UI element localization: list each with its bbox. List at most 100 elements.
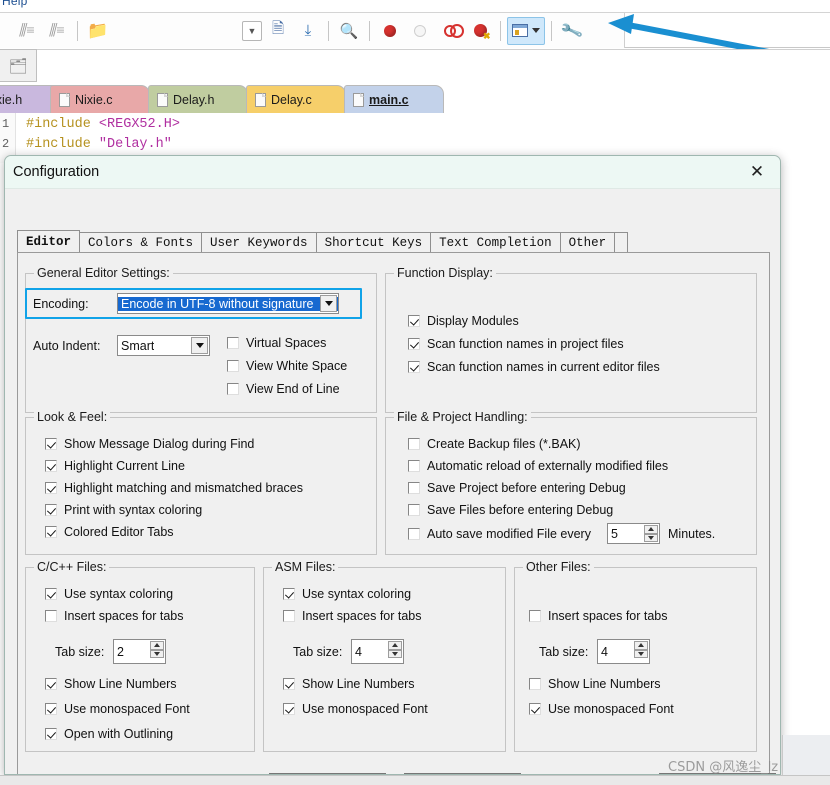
checkbox-box[interactable] xyxy=(283,588,295,600)
checkbox-c-open-with-outlining[interactable]: Open with Outlining xyxy=(45,727,173,741)
checkbox-box[interactable] xyxy=(408,460,420,472)
bind-jump-icon[interactable]: ⤓ xyxy=(294,17,322,45)
tab-editor[interactable]: Editor xyxy=(17,230,81,253)
checkbox-box[interactable] xyxy=(283,610,295,622)
editor-tab-main-c[interactable]: main.c xyxy=(344,85,444,113)
checkbox-box[interactable] xyxy=(529,610,541,622)
code-line: #include <REGX52.H> xyxy=(26,117,180,132)
checkbox-c-use-syntax-coloring[interactable]: Use syntax coloring xyxy=(45,587,173,601)
checkbox-box[interactable] xyxy=(45,610,57,622)
checkbox-asm-show-line-numbers[interactable]: Show Line Numbers xyxy=(283,677,415,691)
checkbox-other-insert-spaces-for-tabs[interactable]: Insert spaces for tabs xyxy=(529,609,668,623)
dropdown-chevron-icon[interactable]: ▼ xyxy=(242,20,262,41)
checkbox-auto-save-modified-file[interactable]: Auto save modified File every xyxy=(408,527,591,541)
checkbox-box[interactable] xyxy=(227,337,239,349)
stepper-up-icon[interactable] xyxy=(634,641,648,650)
checkbox-box[interactable] xyxy=(45,482,57,494)
checkbox-box[interactable] xyxy=(227,360,239,372)
tab-other[interactable]: Other xyxy=(559,232,616,253)
checkbox-highlight-braces[interactable]: Highlight matching and mismatched braces xyxy=(45,481,303,495)
checkbox-box[interactable] xyxy=(408,504,420,516)
checkbox-c-use-monospaced-font[interactable]: Use monospaced Font xyxy=(45,702,190,716)
close-icon[interactable]: ✕ xyxy=(744,160,770,184)
checkbox-box[interactable] xyxy=(45,678,57,690)
checkbox-colored-editor-tabs[interactable]: Colored Editor Tabs xyxy=(45,525,174,539)
checkbox-asm-insert-spaces-for-tabs[interactable]: Insert spaces for tabs xyxy=(283,609,422,623)
other-tab-size-stepper[interactable]: 4 xyxy=(597,639,650,664)
tab-text-completion[interactable]: Text Completion xyxy=(430,232,561,253)
editor-tab-delay-h[interactable]: Delay.h xyxy=(148,85,248,113)
document-find-icon[interactable]: 🗎 xyxy=(264,17,292,45)
checkbox-c-show-line-numbers[interactable]: Show Line Numbers xyxy=(45,677,177,691)
checkbox-box[interactable] xyxy=(45,460,57,472)
checkbox-box[interactable] xyxy=(45,703,57,715)
checkbox-display-modules[interactable]: Display Modules xyxy=(408,314,519,328)
checkbox-create-backup-files[interactable]: Create Backup files (*.BAK) xyxy=(408,437,581,451)
checkbox-box[interactable] xyxy=(408,315,420,327)
stepper-buttons[interactable] xyxy=(644,525,658,542)
checkbox-box[interactable] xyxy=(45,588,57,600)
checkbox-view-white-space[interactable]: View White Space xyxy=(227,359,347,373)
checkbox-box[interactable] xyxy=(45,728,57,740)
chevron-down-icon[interactable] xyxy=(191,337,208,354)
checkbox-asm-use-monospaced-font[interactable]: Use monospaced Font xyxy=(283,702,428,716)
checkbox-save-files-before-debug[interactable]: Save Files before entering Debug xyxy=(408,503,613,517)
stepper-buttons[interactable] xyxy=(634,641,648,658)
tab-shortcut-keys[interactable]: Shortcut Keys xyxy=(315,232,432,253)
checkbox-box[interactable] xyxy=(408,361,420,373)
configuration-wrench-icon[interactable]: 🔧 xyxy=(558,17,586,45)
editor-tab-delay-c[interactable]: Delay.c xyxy=(246,85,346,113)
checkbox-asm-use-syntax-coloring[interactable]: Use syntax coloring xyxy=(283,587,411,601)
asm-tab-size-stepper[interactable]: 4 xyxy=(351,639,404,664)
checkbox-highlight-current-line[interactable]: Highlight Current Line xyxy=(45,459,185,473)
checkbox-c-insert-spaces-for-tabs[interactable]: Insert spaces for tabs xyxy=(45,609,184,623)
stepper-up-icon[interactable] xyxy=(644,525,658,534)
stepper-down-icon[interactable] xyxy=(150,649,164,658)
checkbox-box[interactable] xyxy=(45,526,57,538)
checkbox-box[interactable] xyxy=(408,528,420,540)
tab-colors-fonts[interactable]: Colors & Fonts xyxy=(79,232,203,253)
breakpoint-toggle-icon[interactable] xyxy=(436,17,464,45)
find-in-files-icon[interactable]: 🔍 xyxy=(335,17,363,45)
checkbox-box[interactable] xyxy=(408,482,420,494)
auto-indent-dropdown[interactable]: Smart xyxy=(117,335,210,356)
checkbox-print-syntax-coloring[interactable]: Print with syntax coloring xyxy=(45,503,202,517)
checkbox-view-end-of-line[interactable]: View End of Line xyxy=(227,382,340,396)
stepper-buttons[interactable] xyxy=(388,641,402,658)
checkbox-virtual-spaces[interactable]: Virtual Spaces xyxy=(227,336,326,350)
open-file-find-icon[interactable]: 📁 xyxy=(84,17,112,45)
checkbox-box[interactable] xyxy=(408,338,420,350)
checkbox-box[interactable] xyxy=(227,383,239,395)
checkbox-box[interactable] xyxy=(45,438,57,450)
stepper-down-icon[interactable] xyxy=(644,533,658,542)
stepper-up-icon[interactable] xyxy=(150,641,164,650)
stepper-up-icon[interactable] xyxy=(388,641,402,650)
breakpoint-disable-icon[interactable] xyxy=(406,17,434,45)
checkbox-box[interactable] xyxy=(529,703,541,715)
checkbox-show-message-dialog[interactable]: Show Message Dialog during Find xyxy=(45,437,254,451)
checkbox-scan-project-files[interactable]: Scan function names in project files xyxy=(408,337,624,351)
breakpoint-kill-all-icon[interactable] xyxy=(466,17,494,45)
checkbox-save-project-before-debug[interactable]: Save Project before entering Debug xyxy=(408,481,626,495)
checkbox-box[interactable] xyxy=(283,703,295,715)
checkbox-box[interactable] xyxy=(45,504,57,516)
indent-decrease-icon[interactable]: ⫼≡ xyxy=(13,17,41,45)
project-window-icon[interactable] xyxy=(507,16,545,45)
checkbox-other-use-monospaced-font[interactable]: Use monospaced Font xyxy=(529,702,674,716)
menu-item-help[interactable]: Help xyxy=(2,0,27,8)
stepper-down-icon[interactable] xyxy=(388,649,402,658)
checkbox-automatic-reload[interactable]: Automatic reload of externally modified … xyxy=(408,459,668,473)
checkbox-other-show-line-numbers[interactable]: Show Line Numbers xyxy=(529,677,661,691)
checkbox-box[interactable] xyxy=(408,438,420,450)
checkbox-scan-editor-files[interactable]: Scan function names in current editor fi… xyxy=(408,360,660,374)
breakpoint-insert-icon[interactable] xyxy=(376,17,404,45)
editor-tab-nixie-c[interactable]: Nixie.c xyxy=(50,85,150,113)
checkbox-box[interactable] xyxy=(283,678,295,690)
indent-increase-icon[interactable]: ⫼≡ xyxy=(43,17,71,45)
checkbox-box[interactable] xyxy=(529,678,541,690)
c-tab-size-stepper[interactable]: 2 xyxy=(113,639,166,664)
tab-user-keywords[interactable]: User Keywords xyxy=(201,232,317,253)
stepper-buttons[interactable] xyxy=(150,641,164,658)
stepper-down-icon[interactable] xyxy=(634,649,648,658)
auto-save-minutes-stepper[interactable]: 5 xyxy=(607,523,660,544)
